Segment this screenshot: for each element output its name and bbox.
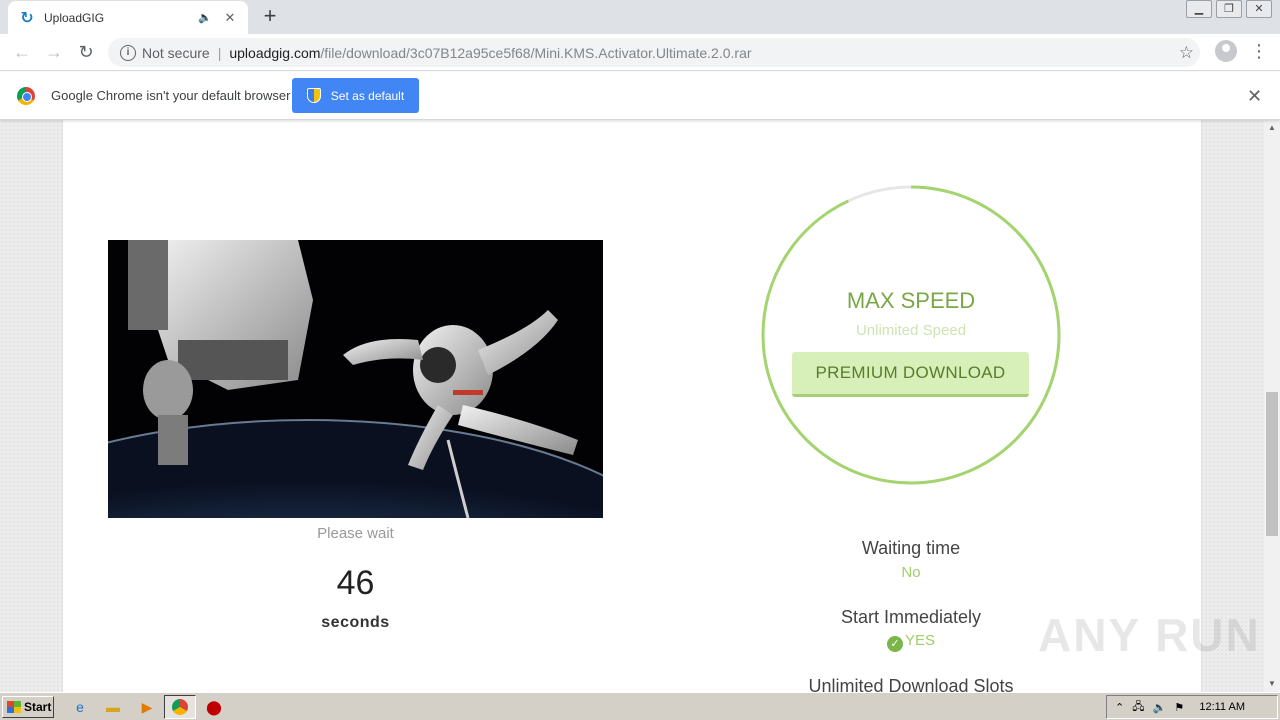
infobar-message: Google Chrome isn't your default browser: [51, 88, 291, 103]
premium-download-button[interactable]: PREMIUM DOWNLOAD: [792, 352, 1029, 397]
tab-strip: ↻ UploadGIG 🔈 ✕ + ▁ ❐ ✕: [0, 0, 1280, 34]
close-window-button[interactable]: ✕: [1246, 0, 1272, 18]
windows-taskbar: Start e ▬ ▶ ⬤ ⌃ 🖧 🔈 ⚑ 12:11 AM: [0, 692, 1280, 720]
bookmark-star-icon[interactable]: ☆: [1179, 43, 1194, 63]
internet-explorer-icon[interactable]: e: [70, 697, 90, 717]
restore-button[interactable]: ❐: [1216, 0, 1242, 18]
start-label: Start: [24, 700, 52, 714]
system-tray: ⌃ 🖧 🔈 ⚑ 12:11 AM: [1106, 695, 1278, 719]
stop-icon[interactable]: ⬤: [204, 697, 224, 717]
start-immediately-text: YES: [904, 632, 935, 649]
window-controls: ▁ ❐ ✕: [1182, 0, 1272, 18]
uploadgig-logo-icon: ↻: [20, 9, 34, 27]
chrome-taskbar-icon: [170, 697, 190, 717]
infobar-close-icon[interactable]: ✕: [1247, 86, 1262, 107]
download-panel: Please wait 46 seconds MAX SPEED Unlimit…: [62, 120, 1202, 692]
audio-playing-icon[interactable]: 🔈: [198, 11, 212, 24]
separator: |: [217, 44, 222, 61]
tab-title: UploadGIG: [44, 10, 105, 25]
network-icon[interactable]: 🖧: [1132, 698, 1144, 717]
folder-icon[interactable]: ▬: [103, 697, 123, 717]
start-button[interactable]: Start: [2, 696, 54, 718]
scroll-down-arrow-icon[interactable]: ▼: [1264, 676, 1280, 692]
url-path: /file/download/3c07B12a95ce5f68/Mini.KMS…: [320, 44, 752, 61]
minimize-button[interactable]: ▁: [1186, 0, 1212, 18]
check-circle-icon: ✓: [886, 636, 903, 652]
please-wait-label: Please wait: [317, 525, 394, 542]
countdown-value: 46: [336, 564, 375, 602]
browser-toolbar: ← → ↻ i Not secure | uploadgig.com/file/…: [0, 34, 1280, 71]
waiting-time-value: No: [901, 564, 921, 581]
start-immediately-value: ✓ YES: [760, 632, 1062, 652]
unlimited-speed-subtitle: Unlimited Speed: [855, 322, 967, 339]
max-speed-title: MAX SPEED: [846, 288, 976, 313]
chrome-logo-icon: [17, 87, 35, 105]
media-player-icon[interactable]: ▶: [137, 697, 157, 717]
windows-flag-icon: [7, 701, 21, 713]
unlimited-slots-title: Unlimited Download Slots: [808, 676, 1014, 692]
set-as-default-label: Set as default: [330, 88, 405, 103]
page-viewport: Please wait 46 seconds MAX SPEED Unlimit…: [0, 120, 1264, 692]
countdown-unit: seconds: [321, 614, 390, 631]
url-host: uploadgig.com: [229, 44, 321, 61]
forward-button[interactable]: →: [38, 36, 70, 68]
back-button[interactable]: ←: [6, 36, 38, 68]
chrome-menu-icon[interactable]: ⋮: [1250, 40, 1268, 64]
scroll-thumb[interactable]: [1266, 392, 1278, 536]
tab-uploadgig[interactable]: ↻ UploadGIG 🔈 ✕: [8, 1, 248, 34]
volume-icon[interactable]: 🔈: [1152, 701, 1166, 714]
new-tab-button[interactable]: +: [258, 5, 282, 29]
reload-button[interactable]: ↻: [70, 36, 102, 68]
page-scrollbar[interactable]: ▲ ▼: [1264, 120, 1280, 692]
uac-shield-icon: [306, 88, 321, 103]
profile-avatar[interactable]: [1215, 40, 1237, 62]
default-browser-infobar: Google Chrome isn't your default browser…: [0, 72, 1280, 120]
address-bar[interactable]: i Not secure | uploadgig.com/file/downlo…: [108, 38, 1200, 67]
tray-expand-icon[interactable]: ⌃: [1115, 701, 1124, 714]
scroll-up-arrow-icon[interactable]: ▲: [1264, 120, 1280, 136]
info-icon[interactable]: i: [120, 44, 136, 61]
start-immediately-title: Start Immediately: [840, 607, 982, 627]
waiting-time-title: Waiting time: [861, 538, 961, 558]
set-as-default-button[interactable]: Set as default: [292, 78, 419, 113]
security-label: Not secure: [142, 44, 210, 61]
action-center-flag-icon[interactable]: ⚑: [1174, 701, 1184, 714]
astronaut-video-frame: [108, 240, 603, 518]
tab-close-icon[interactable]: ✕: [222, 10, 238, 26]
taskbar-clock[interactable]: 12:11 AM: [1199, 701, 1245, 713]
anyrun-watermark: ANY RUN: [1038, 609, 1261, 661]
video-player[interactable]: [108, 240, 603, 518]
